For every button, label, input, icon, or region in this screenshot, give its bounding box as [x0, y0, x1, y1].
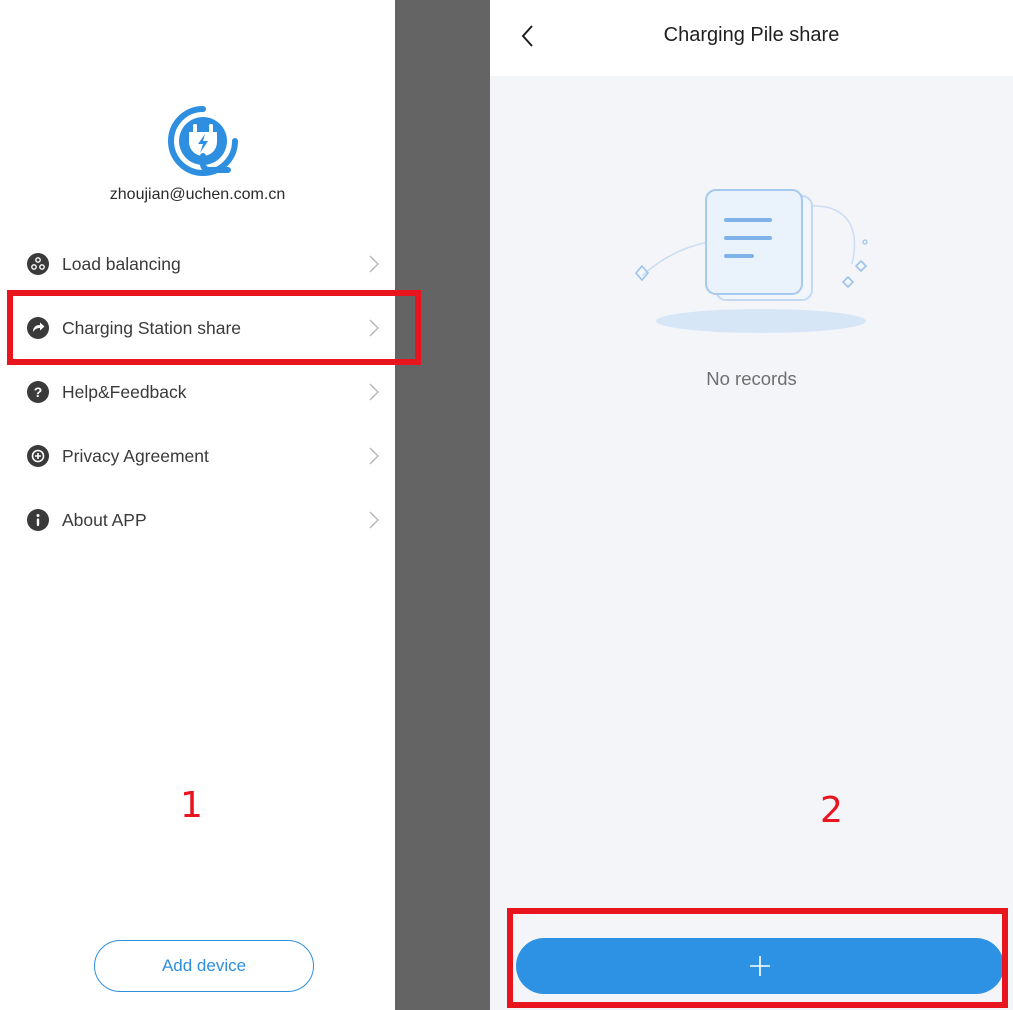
- menu-item-label: About APP: [62, 509, 147, 530]
- info-icon: [27, 509, 49, 531]
- chevron-right-icon: [369, 255, 379, 273]
- add-device-button[interactable]: Add device: [94, 940, 314, 992]
- page-title: Charging Pile share: [663, 24, 840, 46]
- step-number: 2: [820, 790, 843, 831]
- menu-item-load-balancing[interactable]: Load balancing: [0, 232, 395, 296]
- privacy-icon: [27, 445, 49, 467]
- chevron-right-icon: [369, 511, 379, 529]
- menu-item-help-feedback[interactable]: ? Help&Feedback: [0, 360, 395, 424]
- question-icon: ?: [27, 381, 49, 403]
- svg-text:?: ?: [34, 384, 43, 400]
- menu-item-privacy-agreement[interactable]: Privacy Agreement: [0, 424, 395, 488]
- user-email: zhoujian@uchen.com.cn: [109, 186, 286, 203]
- empty-state-text: No records: [706, 368, 797, 389]
- plug-charging-icon: [168, 106, 238, 176]
- step-number: 1: [180, 785, 203, 826]
- highlight-box: [7, 290, 421, 365]
- chevron-right-icon: [369, 447, 379, 465]
- comparison-screenshot: offline offline: [0, 0, 1013, 1010]
- menu-item-label: Load balancing: [62, 253, 181, 274]
- menu-item-label: Privacy Agreement: [62, 445, 209, 466]
- dimmed-overlay[interactable]: offline offline: [395, 0, 490, 1010]
- empty-document-icon: [634, 189, 868, 333]
- navigation-bar: Charging Pile share: [490, 0, 1013, 76]
- menu-item-about-app[interactable]: About APP: [0, 488, 395, 552]
- left-screen: offline offline: [0, 0, 490, 1010]
- highlight-box: [507, 908, 1008, 1008]
- menu-item-label: Help&Feedback: [62, 381, 187, 402]
- chevron-right-icon: [369, 383, 379, 401]
- side-drawer: zhoujian@uchen.com.cn Load balancing Cha…: [0, 0, 395, 1010]
- right-screen: Charging Pile share No records 2: [490, 0, 1013, 1010]
- load-balancing-icon: [27, 253, 49, 275]
